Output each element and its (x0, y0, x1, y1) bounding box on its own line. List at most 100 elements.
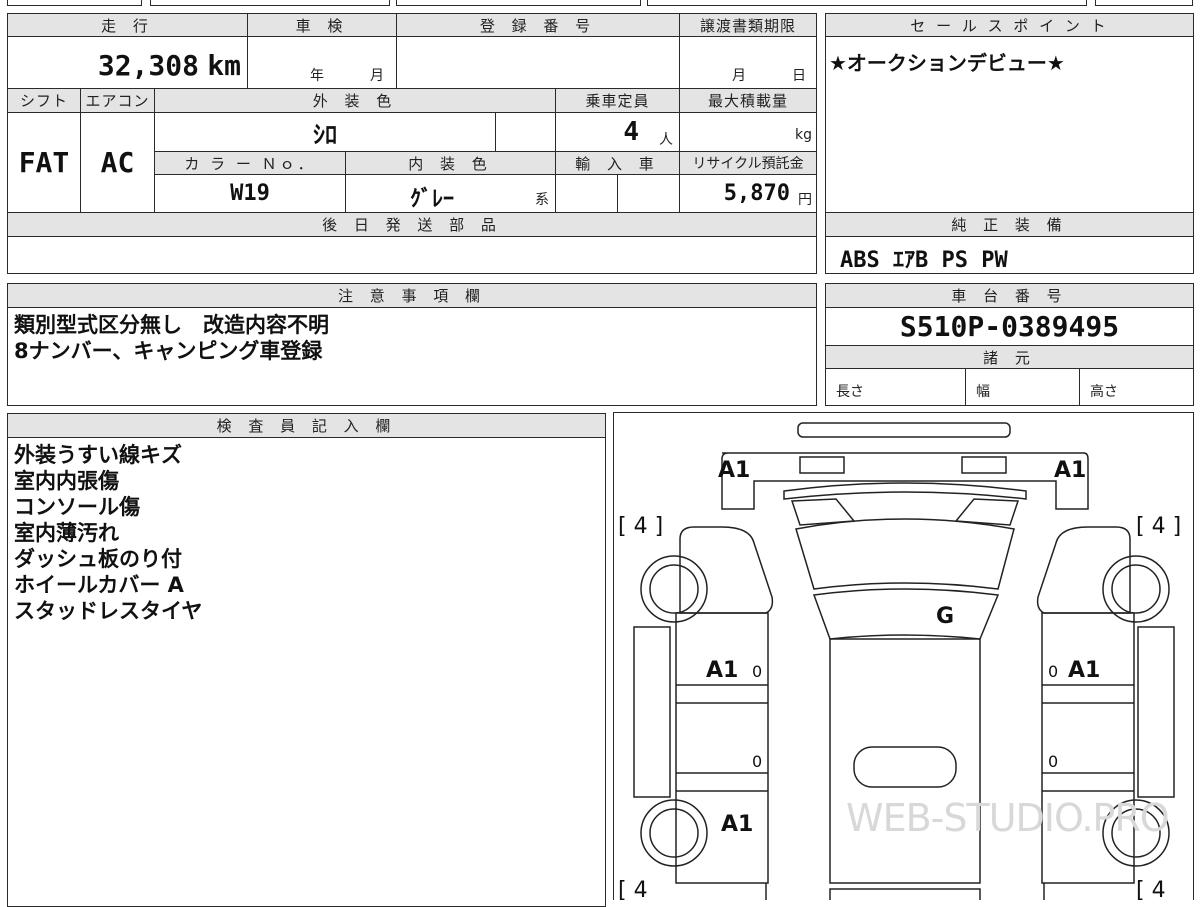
shift-header: シフト (7, 88, 81, 113)
headlight-right-shape (961, 456, 1007, 474)
hood-shape (721, 452, 1089, 510)
mark-tire-tr: [ 4 ] (1136, 514, 1181, 539)
a-pillar-left-shape (790, 498, 856, 526)
color-no-cell: W19 (154, 174, 346, 213)
rear-bumper-shape (829, 888, 981, 900)
capacity-value: 4 (623, 117, 639, 147)
ac-header: エアコン (80, 88, 155, 113)
shaken-month-label: 月 (370, 68, 384, 84)
car-diagram-svg: WEB-STUDIO.PRO A1 A1 G A1 A1 A1 [ 4 ] [ … (618, 422, 1181, 900)
exterior-color-header: 外 装 色 (154, 88, 556, 113)
registration-cell (396, 36, 680, 89)
sunroof-shape (853, 746, 957, 788)
shaken-header: 車 検 (247, 13, 397, 37)
inspector-line-6: ホイールカバー A (14, 573, 184, 597)
top-strip-cell-4 (647, 0, 1087, 6)
inspector-header: 検 査 員 記 入 欄 (7, 413, 606, 438)
top-strip-cell-5 (1095, 0, 1193, 6)
interior-color-value: ｸﾞﾚｰ (410, 187, 455, 212)
chassis-cell: S510P-0389495 (825, 307, 1194, 346)
interior-color-cell: ｸﾞﾚｰ 系 (345, 174, 556, 213)
spec-length-label: 長さ (836, 384, 864, 400)
capacity-cell: 4 人 (555, 112, 680, 152)
left-body-shape (675, 612, 769, 884)
wheel-tr-inner (1111, 564, 1161, 614)
mark-tire-bl: [ 4 (618, 878, 648, 900)
recycle-cell: 5,870 円 (679, 174, 817, 213)
deadline-cell: 月 日 (679, 36, 817, 89)
inspector-line-4: 室内薄汚れ (14, 521, 119, 545)
later-parts-header: 後 日 発 送 部 品 (7, 212, 817, 237)
interior-color-suffix: 系 (535, 192, 549, 208)
mileage-header: 走 行 (7, 13, 248, 37)
inspector-line-2: 室内内張傷 (14, 469, 119, 493)
inspector-cell: 外装うすい線キズ 室内内張傷 コンソール傷 室内薄汚れ ダッシュ板のり付 ホイー… (7, 437, 606, 907)
watermark-text: WEB-STUDIO.PRO (846, 796, 1169, 840)
ac-value: AC (100, 146, 135, 179)
max-load-cell: kg (679, 112, 817, 152)
mark-top-left: A1 (718, 458, 750, 483)
spec-width-label: 幅 (976, 384, 990, 400)
capacity-unit: 人 (659, 132, 673, 148)
spec-length-cell: 長さ (825, 368, 966, 406)
color-no-value: W19 (230, 181, 270, 206)
spec-height-cell: 高さ (1079, 368, 1194, 406)
mark-tire-tl: [ 4 ] (618, 514, 663, 539)
front-glass-shape (795, 518, 1015, 590)
later-parts-cell (7, 236, 817, 274)
left-front-fender-shape (679, 526, 774, 614)
top-strip-cell-2 (150, 0, 390, 6)
registration-header: 登 録 番 号 (396, 13, 680, 37)
front-bumper-shape (797, 422, 1011, 438)
interior-color-header: 内 装 色 (345, 151, 556, 175)
mark-right-door: A1 (1068, 658, 1100, 683)
exterior-color-value: ｼﾛ (313, 120, 337, 149)
max-load-unit: kg (795, 127, 812, 143)
import-cell-right (617, 174, 680, 213)
windshield-shape (783, 482, 1027, 500)
recycle-unit: 円 (798, 192, 812, 208)
wheel-bl-outer (640, 799, 708, 867)
mileage-unit: km (207, 49, 241, 82)
mark-zero-4: 0 (1048, 752, 1058, 771)
left-side-strip (633, 626, 671, 798)
specs-header: 諸 元 (825, 345, 1194, 369)
headlight-left-shape (799, 456, 845, 474)
exterior-color-extra-cell (495, 112, 556, 152)
notes-line-2: 8ナンバー、キャンピング車登録 (14, 339, 323, 363)
notes-header: 注 意 事 項 欄 (7, 283, 817, 308)
recycle-value: 5,870 (723, 181, 790, 206)
mark-glass: G (936, 604, 954, 629)
genuine-equipment-value: ABS ｴｱB PS PW (840, 248, 1008, 273)
mark-left-rear: A1 (721, 812, 753, 837)
ac-cell: AC (80, 112, 155, 213)
shaken-year-label: 年 (310, 68, 324, 84)
deadline-header: 譲渡書類期限 (679, 13, 817, 37)
mark-tire-br: [ 4 (1136, 878, 1166, 900)
wheel-bl-inner (649, 808, 699, 858)
inspector-line-7: スタッドレスタイヤ (14, 599, 203, 623)
capacity-header: 乗車定員 (555, 88, 680, 113)
mark-zero-2: 0 (1048, 662, 1058, 681)
wheel-tr-outer (1102, 555, 1170, 623)
sales-point-cell: ★オークションデビュー★ (825, 36, 1194, 213)
inspector-line-1: 外装うすい線キズ (14, 443, 182, 467)
right-body-shape (1041, 612, 1135, 884)
notes-line-1: 類別型式区分無し 改造内容不明 (14, 313, 329, 337)
max-load-header: 最大積載量 (679, 88, 817, 113)
mark-left-door: A1 (706, 658, 738, 683)
mark-zero-1: 0 (752, 662, 762, 681)
wheel-tl-inner (649, 564, 699, 614)
chassis-header: 車 台 番 号 (825, 283, 1194, 308)
spec-height-label: 高さ (1090, 384, 1118, 400)
right-side-strip (1137, 626, 1175, 798)
color-no-header: カ ラ ー Ｎｏ． (154, 151, 346, 175)
genuine-equipment-header: 純 正 装 備 (825, 212, 1194, 237)
inspector-line-5: ダッシュ板のり付 (14, 547, 182, 571)
right-front-fender-shape (1036, 526, 1131, 614)
sales-point-header: セ ー ル ス ポ イ ン ト (825, 13, 1194, 37)
shaken-cell: 年 月 (247, 36, 397, 89)
roof-shape (812, 588, 1000, 640)
notes-cell: 類別型式区分無し 改造内容不明 8ナンバー、キャンピング車登録 (7, 307, 817, 406)
import-cell-left (555, 174, 618, 213)
